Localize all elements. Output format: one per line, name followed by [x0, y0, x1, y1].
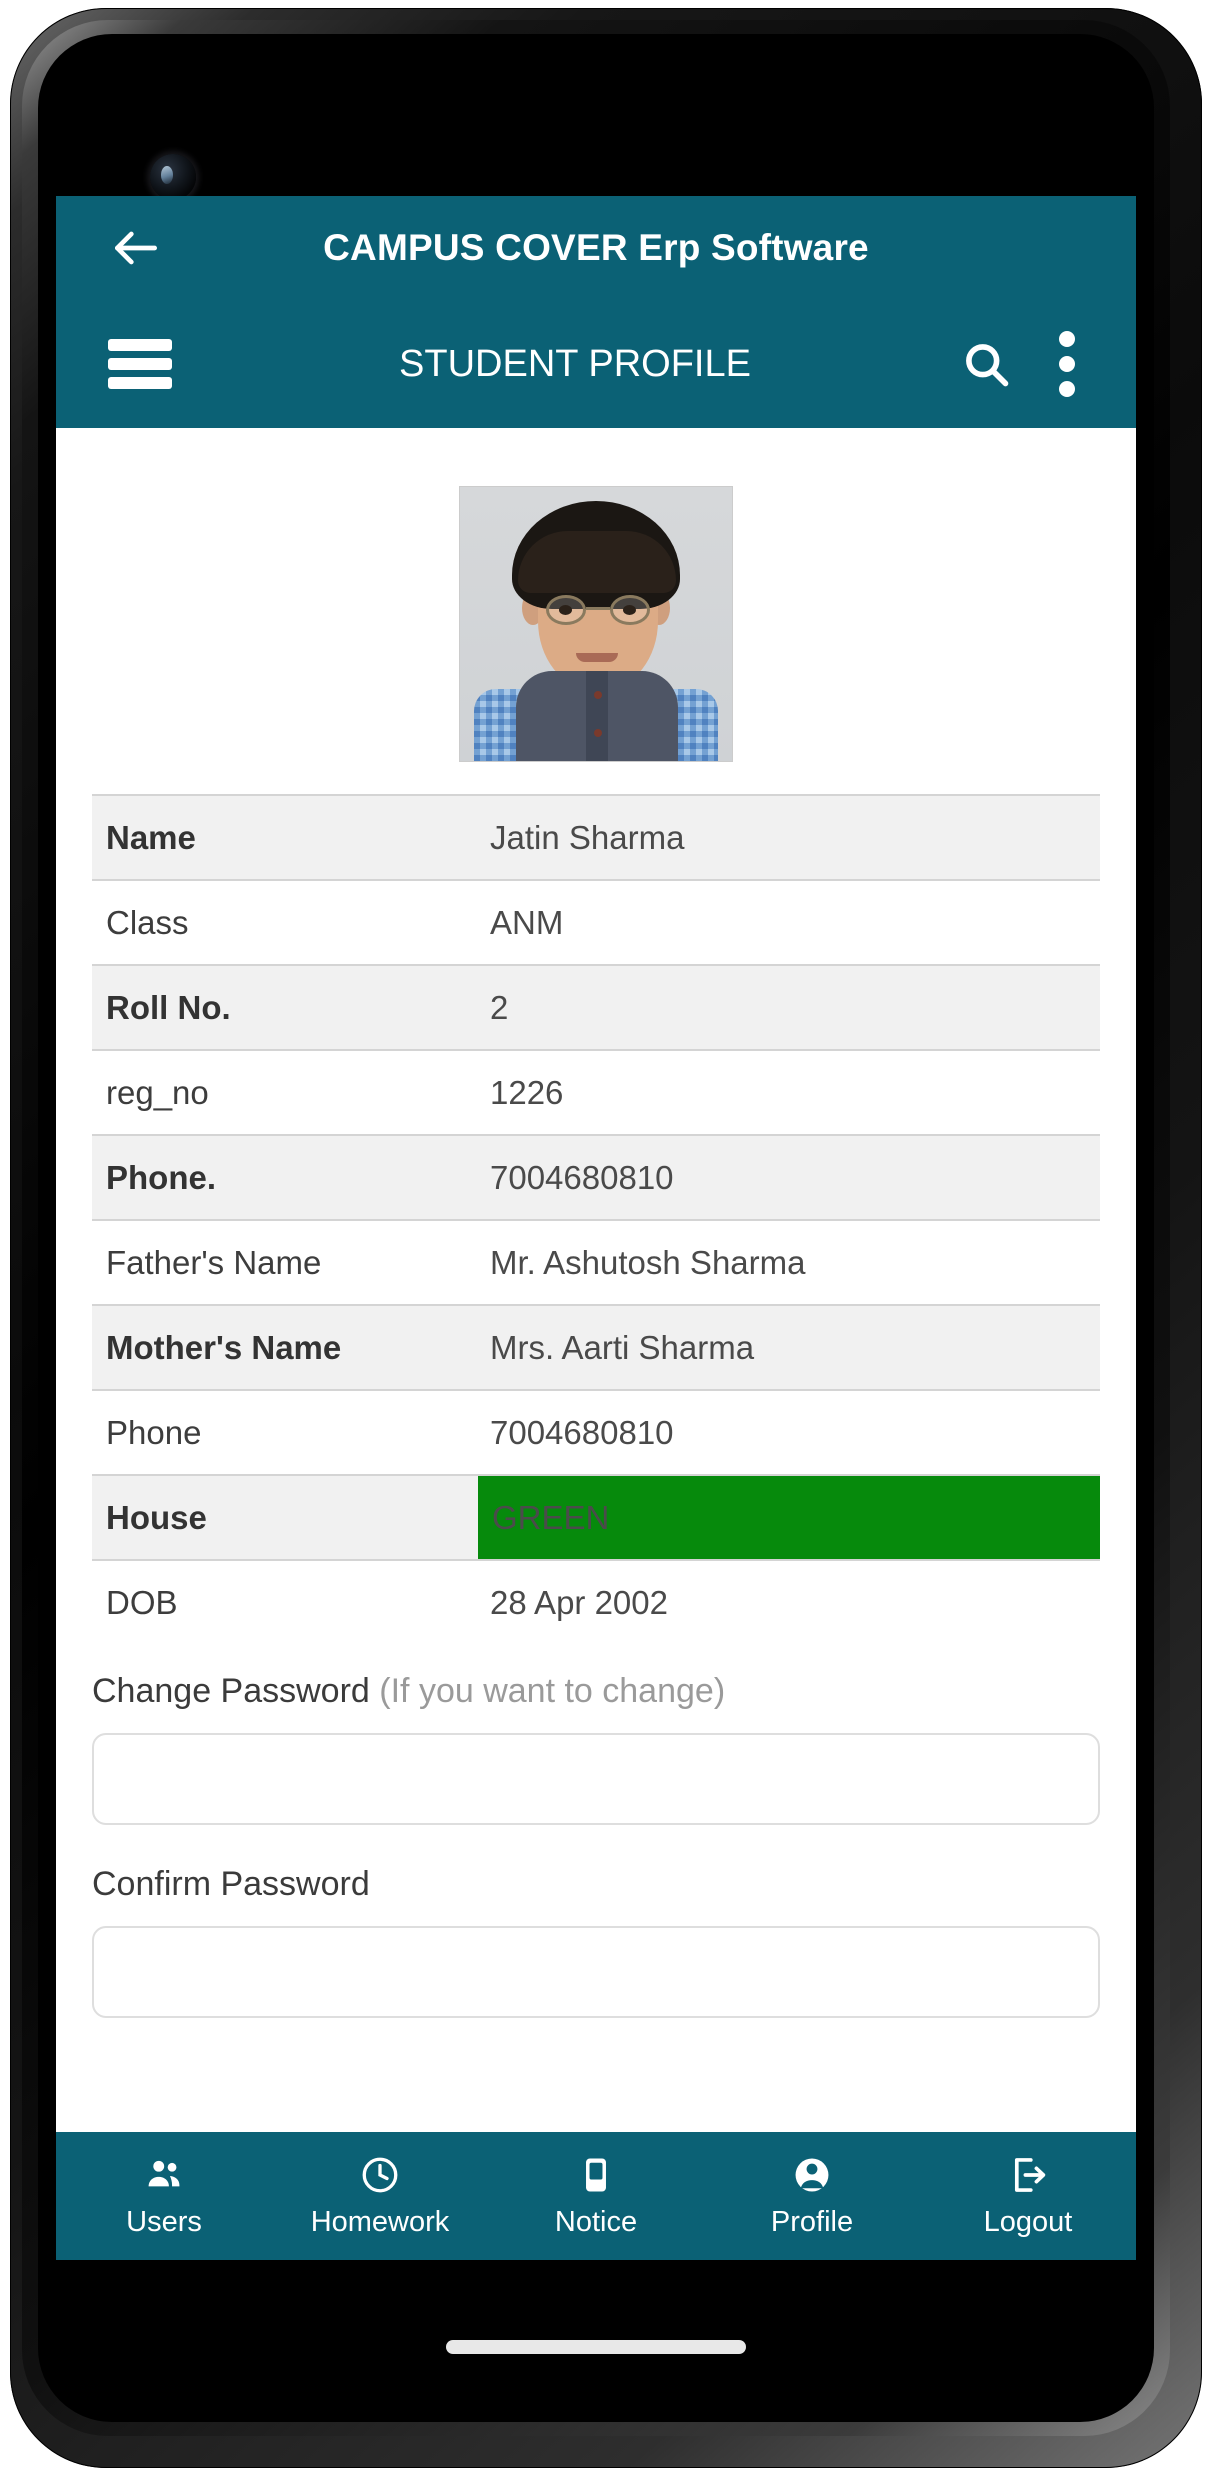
table-row-label: Phone	[106, 1413, 202, 1451]
table-row: Roll No. 2	[92, 964, 1100, 1049]
table-row-value: 2	[490, 988, 509, 1026]
person-icon	[791, 2154, 833, 2196]
nav-item-notice[interactable]: Notice	[488, 2154, 704, 2239]
table-row-label: Name	[106, 818, 196, 856]
users-icon	[143, 2154, 185, 2196]
logout-icon	[1007, 2154, 1049, 2196]
back-arrow-icon[interactable]	[108, 220, 164, 276]
avatar	[459, 486, 733, 762]
student-info-table: Name Jatin Sharma Class ANM Roll No. 2 reg_no 1…	[92, 794, 1100, 1644]
overflow-menu-icon[interactable]	[1056, 331, 1078, 397]
table-row: reg_no 1226	[92, 1049, 1100, 1134]
app-bar-second-row: STUDENT PROFILE	[56, 300, 1136, 428]
table-row-label: Roll No.	[106, 988, 231, 1026]
nav-item-profile[interactable]: Profile	[704, 2154, 920, 2239]
table-row-label: Mother's Name	[106, 1328, 342, 1366]
nav-item-label: Profile	[770, 2205, 854, 2238]
table-row-value: 7004680810	[490, 1158, 674, 1196]
nav-item-homework[interactable]: Homework	[272, 2154, 488, 2239]
confirm-password-label: Confirm Password	[92, 1865, 370, 1903]
front-camera-icon	[150, 154, 196, 200]
home-indicator[interactable]	[446, 2340, 746, 2354]
page-title: STUDENT PROFILE	[399, 342, 751, 385]
table-row: Phone 7004680810	[92, 1389, 1100, 1474]
confirm-password-input[interactable]	[92, 1926, 1100, 2018]
nav-item-label: Logout	[983, 2205, 1073, 2238]
table-row-value: 1226	[490, 1073, 564, 1111]
table-row-label: Father's Name	[106, 1243, 322, 1281]
change-password-input[interactable]	[92, 1733, 1100, 1825]
search-icon[interactable]	[960, 338, 1012, 390]
house-badge: GREEN	[478, 1476, 1100, 1559]
table-row-label: reg_no	[106, 1073, 209, 1111]
hamburger-menu-icon[interactable]	[108, 339, 172, 389]
screenshot-stage: CAMPUS COVER Erp Software STUDENT PROFIL…	[0, 0, 1211, 2474]
app-bar-actions	[960, 331, 1092, 397]
password-section: Change Password (If you want to change) …	[56, 1644, 1136, 2018]
table-row-value: Jatin Sharma	[490, 818, 685, 856]
app-viewport: CAMPUS COVER Erp Software STUDENT PROFIL…	[56, 196, 1136, 2260]
app-title: CAMPUS COVER Erp Software	[323, 227, 869, 268]
nav-item-logout[interactable]: Logout	[920, 2154, 1136, 2239]
change-password-hint: (If you want to change)	[379, 1672, 726, 1710]
table-row-value: 7004680810	[490, 1413, 674, 1451]
table-row: DOB 28 Apr 2002	[92, 1559, 1100, 1644]
table-row-value: 28 Apr 2002	[490, 1583, 668, 1621]
student-photo-wrapper	[56, 428, 1136, 794]
table-row: Class ANM	[92, 879, 1100, 964]
table-row-value: ANM	[490, 903, 564, 941]
table-row: Father's Name Mr. Ashutosh Sharma	[92, 1219, 1100, 1304]
nav-item-users[interactable]: Users	[56, 2154, 272, 2239]
app-bar-top-row: CAMPUS COVER Erp Software	[56, 196, 1136, 300]
app-bar: CAMPUS COVER Erp Software STUDENT PROFIL…	[56, 196, 1136, 428]
table-row-label: House	[106, 1498, 207, 1536]
table-row: Name Jatin Sharma	[92, 794, 1100, 879]
table-row: Mother's Name Mrs. Aarti Sharma	[92, 1304, 1100, 1389]
nav-item-label: Homework	[310, 2205, 450, 2238]
profile-content: Name Jatin Sharma Class ANM Roll No. 2 reg_no 1…	[56, 428, 1136, 2132]
table-row-label: Class	[106, 903, 189, 941]
bottom-navigation: Users Homework Notice Profile Logout	[56, 2132, 1136, 2260]
table-row: Phone. 7004680810	[92, 1134, 1100, 1219]
change-password-text: Change Password	[92, 1672, 370, 1710]
table-row-value: Mr. Ashutosh Sharma	[490, 1243, 806, 1281]
table-row-value: Mrs. Aarti Sharma	[490, 1328, 755, 1366]
table-row: House GREEN	[92, 1474, 1100, 1559]
notice-icon	[575, 2154, 617, 2196]
change-password-label: Change Password (If you want to change)	[92, 1672, 1100, 1711]
nav-item-label: Notice	[554, 2205, 638, 2238]
clock-icon	[359, 2154, 401, 2196]
table-row-label: Phone.	[106, 1158, 217, 1196]
table-row-label: DOB	[106, 1583, 178, 1621]
nav-item-label: Users	[126, 2205, 202, 2238]
